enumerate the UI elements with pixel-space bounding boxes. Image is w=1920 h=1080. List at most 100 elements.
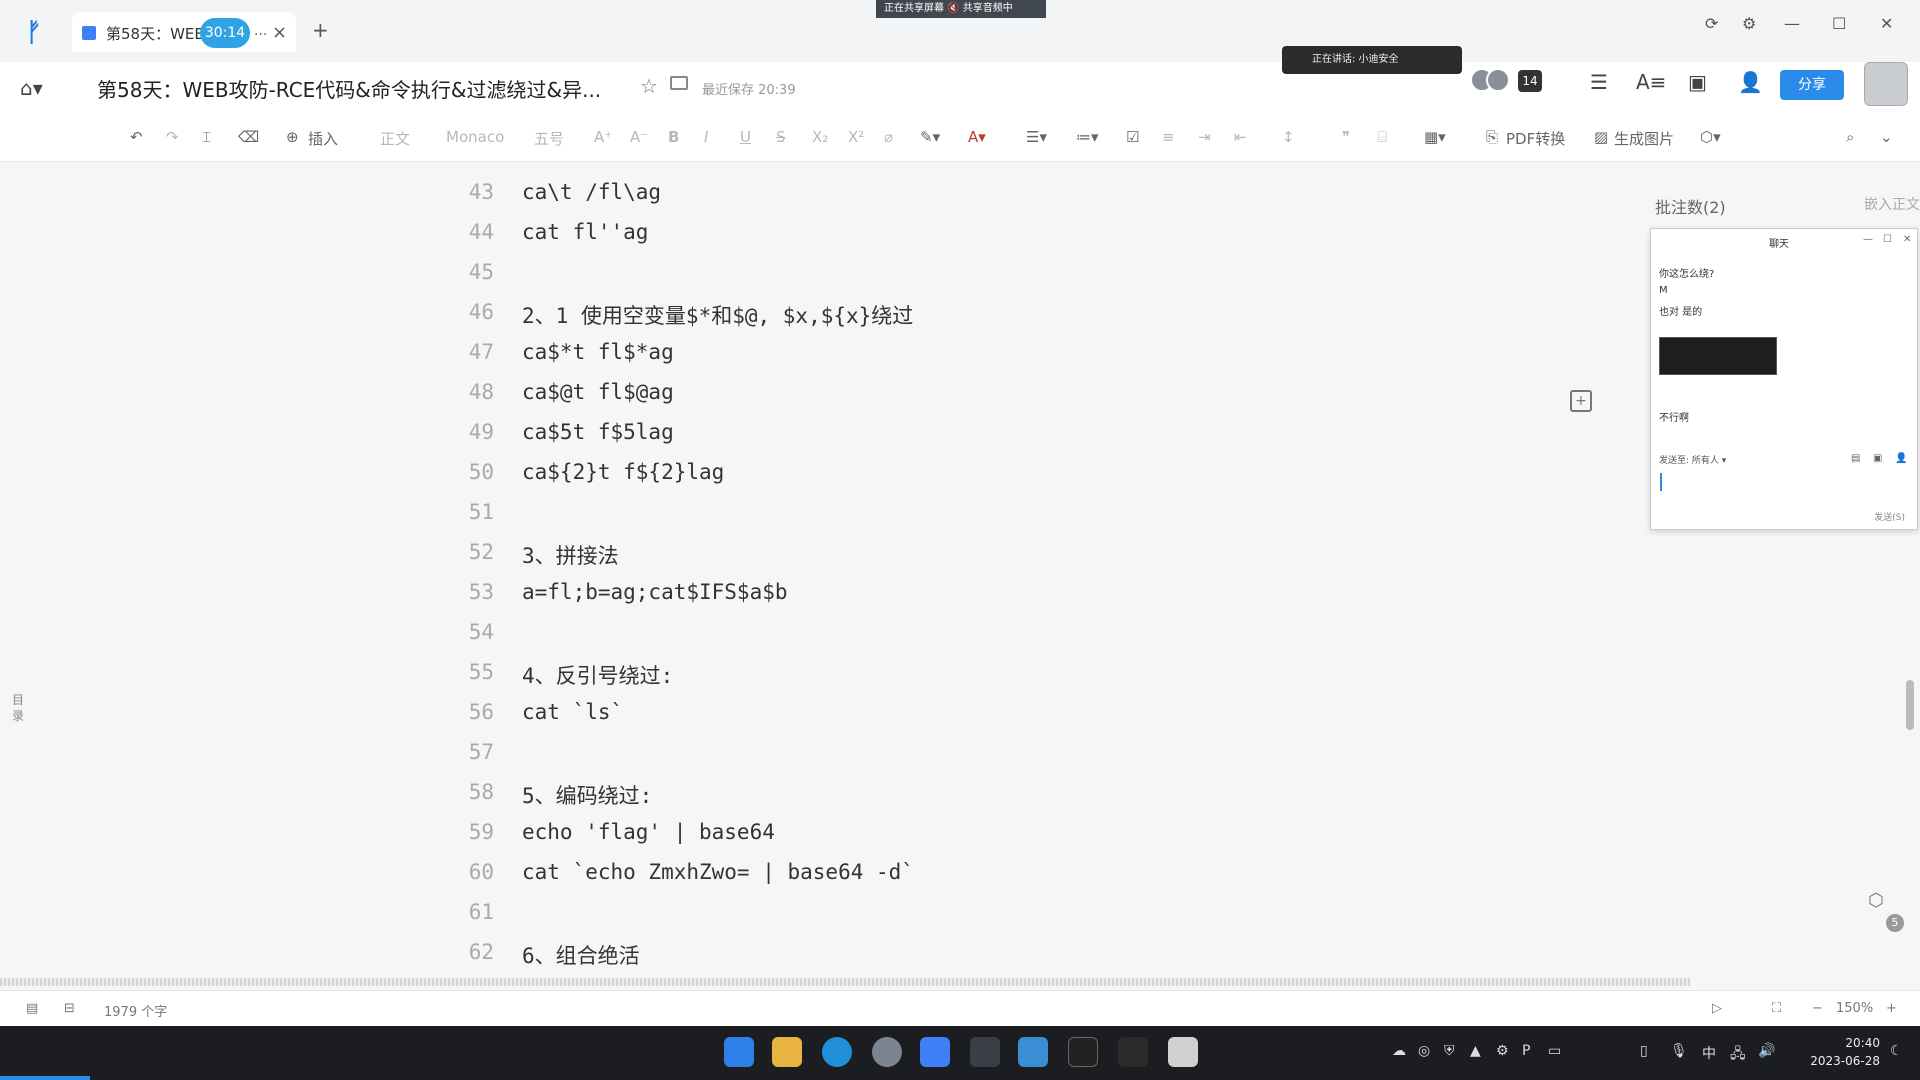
line-text[interactable]: cat `echo ZmxhZwo= | base64 -d` [522,860,914,884]
insert-icon[interactable]: ⊕ [286,128,299,146]
increase-font-icon[interactable]: A⁺ [594,128,612,146]
close-icon[interactable]: ✕ [1903,234,1911,245]
generate-image-button[interactable]: 生成图片 [1614,128,1674,149]
new-tab-icon[interactable]: + [312,18,329,42]
cloud-icon[interactable]: ☁ [1392,1043,1406,1059]
add-collaborator-icon[interactable]: 👤 [1738,70,1763,94]
document-title[interactable]: 第58天：WEB攻防-RCE代码&命令执行&过滤绕过&异... [97,74,601,103]
start-icon[interactable] [724,1037,754,1067]
menu-icon[interactable]: ☰ [1590,70,1608,94]
system-clock[interactable]: 20:40 2023-06-28 [1800,1034,1880,1070]
line-text[interactable]: echo 'flag' | base64 [522,820,775,844]
usb-icon[interactable]: ▯ [1640,1043,1648,1059]
align-icon[interactable]: ≡ [1162,128,1175,146]
format-painter-icon[interactable]: ⌶ [202,128,211,146]
line-text[interactable]: a=fl;b=ag;cat$IFS$a$b [522,580,788,604]
help-icon[interactable]: ⬡ [1868,890,1884,911]
document-tab[interactable]: 第58天：WEB 30:14 ... × [72,12,296,52]
line-text[interactable]: ca\t /fl\ag [522,180,661,204]
line-text[interactable]: ca$5t f$5lag [522,420,674,444]
minimize-icon[interactable]: — [1784,14,1800,33]
input-method[interactable]: 中 [1702,1043,1716,1063]
undo-icon[interactable]: ↶ [130,128,143,146]
code-line[interactable]: 59 echo 'flag' | base64 [440,812,1540,852]
refresh-icon[interactable]: ⟳ [1705,14,1718,33]
outline-icon[interactable]: ▤ [26,1001,38,1016]
line-text[interactable]: 5、编码绕过: [522,780,652,810]
home-icon[interactable]: ⌂▾ [20,76,43,100]
code-line[interactable]: 61 [440,892,1540,932]
meeting-timer-badge[interactable]: 30:14 [200,18,250,48]
word-count[interactable]: 1979 个字 [104,1001,167,1020]
code-block-icon[interactable]: ⌸ [1378,128,1387,146]
microphone-icon[interactable]: 🎙 [1670,1043,1688,1059]
image-icon[interactable]: ▨ [1594,128,1608,146]
screen-share-status[interactable]: 正在共享屏幕 🔇 共享音频中 [876,0,1046,18]
code-line[interactable]: 62 6、组合绝活 [440,932,1540,972]
maximize-icon[interactable]: ☐ [1883,234,1892,245]
font-family-select[interactable]: Monaco [446,128,504,146]
indent-icon[interactable]: ⇥ [1198,128,1211,146]
plugin-icon[interactable]: ⬡▾ [1700,128,1721,146]
line-text[interactable]: 6、组合绝活 [522,940,640,970]
chat-image[interactable] [1659,337,1777,375]
send-to-select[interactable]: 所有人 [1692,456,1719,466]
strikethrough-icon[interactable]: S [776,128,786,146]
maximize-icon[interactable]: ☐ [1832,14,1846,33]
tray-settings-icon[interactable]: ⚙ [1496,1043,1509,1059]
meeting-app-icon[interactable] [1018,1037,1048,1067]
pdf-icon[interactable]: ⎘ [1486,128,1498,146]
code-line[interactable]: 58 5、编码绕过: [440,772,1540,812]
tray-app-icon[interactable]: ▲ [1470,1043,1481,1059]
code-line[interactable]: 43 ca\t /fl\ag [440,172,1540,212]
redo-icon[interactable]: ↷ [166,128,179,146]
tray-display-icon[interactable]: ▭ [1548,1043,1561,1059]
code-line[interactable]: 45 [440,252,1540,292]
file-explorer-icon[interactable] [772,1037,802,1067]
chrome-icon[interactable] [872,1037,902,1067]
quote-icon[interactable]: ❞ [1342,128,1350,146]
chat-input[interactable] [1660,473,1662,491]
search-icon[interactable]: ⌕ [1846,128,1854,146]
share-button[interactable]: 分享 [1780,70,1844,100]
bullet-list-icon[interactable]: ☰▾ [1026,128,1047,146]
line-text[interactable]: 2、1 使用空变量$*和$@, $x,${x}绕过 [522,300,913,330]
line-text[interactable]: ca${2}t f${2}lag [522,460,724,484]
tray-icon[interactable]: ◎ [1418,1043,1430,1059]
highlight-icon[interactable]: ✎▾ [920,128,940,146]
line-text[interactable]: cat `ls` [522,700,623,724]
line-text[interactable]: ca$*t fl$*ag [522,340,674,364]
star-icon[interactable]: ☆ [640,74,658,98]
zoom-out-icon[interactable]: − [1812,1001,1823,1016]
notification-icon[interactable]: ☾ [1890,1043,1903,1059]
add-comment-icon[interactable]: + [1570,390,1592,412]
pdf-convert-button[interactable]: PDF转换 [1506,128,1565,149]
code-line[interactable]: 54 [440,612,1540,652]
minimize-icon[interactable]: — [1863,234,1873,245]
settings-icon[interactable]: ⚙ [1742,14,1756,33]
network-icon[interactable]: 🖧 [1730,1043,1746,1067]
folder-icon[interactable] [670,76,688,90]
paragraph-style-select[interactable]: 正文 [380,128,410,149]
chevron-down-icon[interactable]: ⌄ [1880,128,1893,146]
terminal-icon[interactable] [1118,1037,1148,1067]
code-line[interactable]: 48 ca$@t fl$@ag [440,372,1540,412]
italic-icon[interactable]: I [704,128,708,146]
doc-app-icon[interactable] [920,1037,950,1067]
decrease-font-icon[interactable]: A⁻ [630,128,648,146]
attach-icon[interactable]: ▤ [1851,453,1860,464]
superscript-icon[interactable]: X² [848,128,864,146]
present-icon[interactable]: ▣ [1688,70,1707,94]
code-line[interactable]: 44 cat fl''ag [440,212,1540,252]
code-line[interactable]: 51 [440,492,1540,532]
zoom-level[interactable]: 150% [1836,1001,1873,1016]
code-line[interactable]: 52 3、拼接法 [440,532,1540,572]
clear-format-icon[interactable]: ⌀ [884,128,893,146]
vertical-scrollbar[interactable] [1906,680,1914,730]
app-icon[interactable] [1168,1037,1198,1067]
user-avatar[interactable] [1864,62,1908,106]
outdent-icon[interactable]: ⇤ [1234,128,1247,146]
insert-menu[interactable]: 插入 [308,128,338,149]
code-line[interactable]: 57 [440,732,1540,772]
horizontal-scrollbar[interactable] [0,978,1690,986]
